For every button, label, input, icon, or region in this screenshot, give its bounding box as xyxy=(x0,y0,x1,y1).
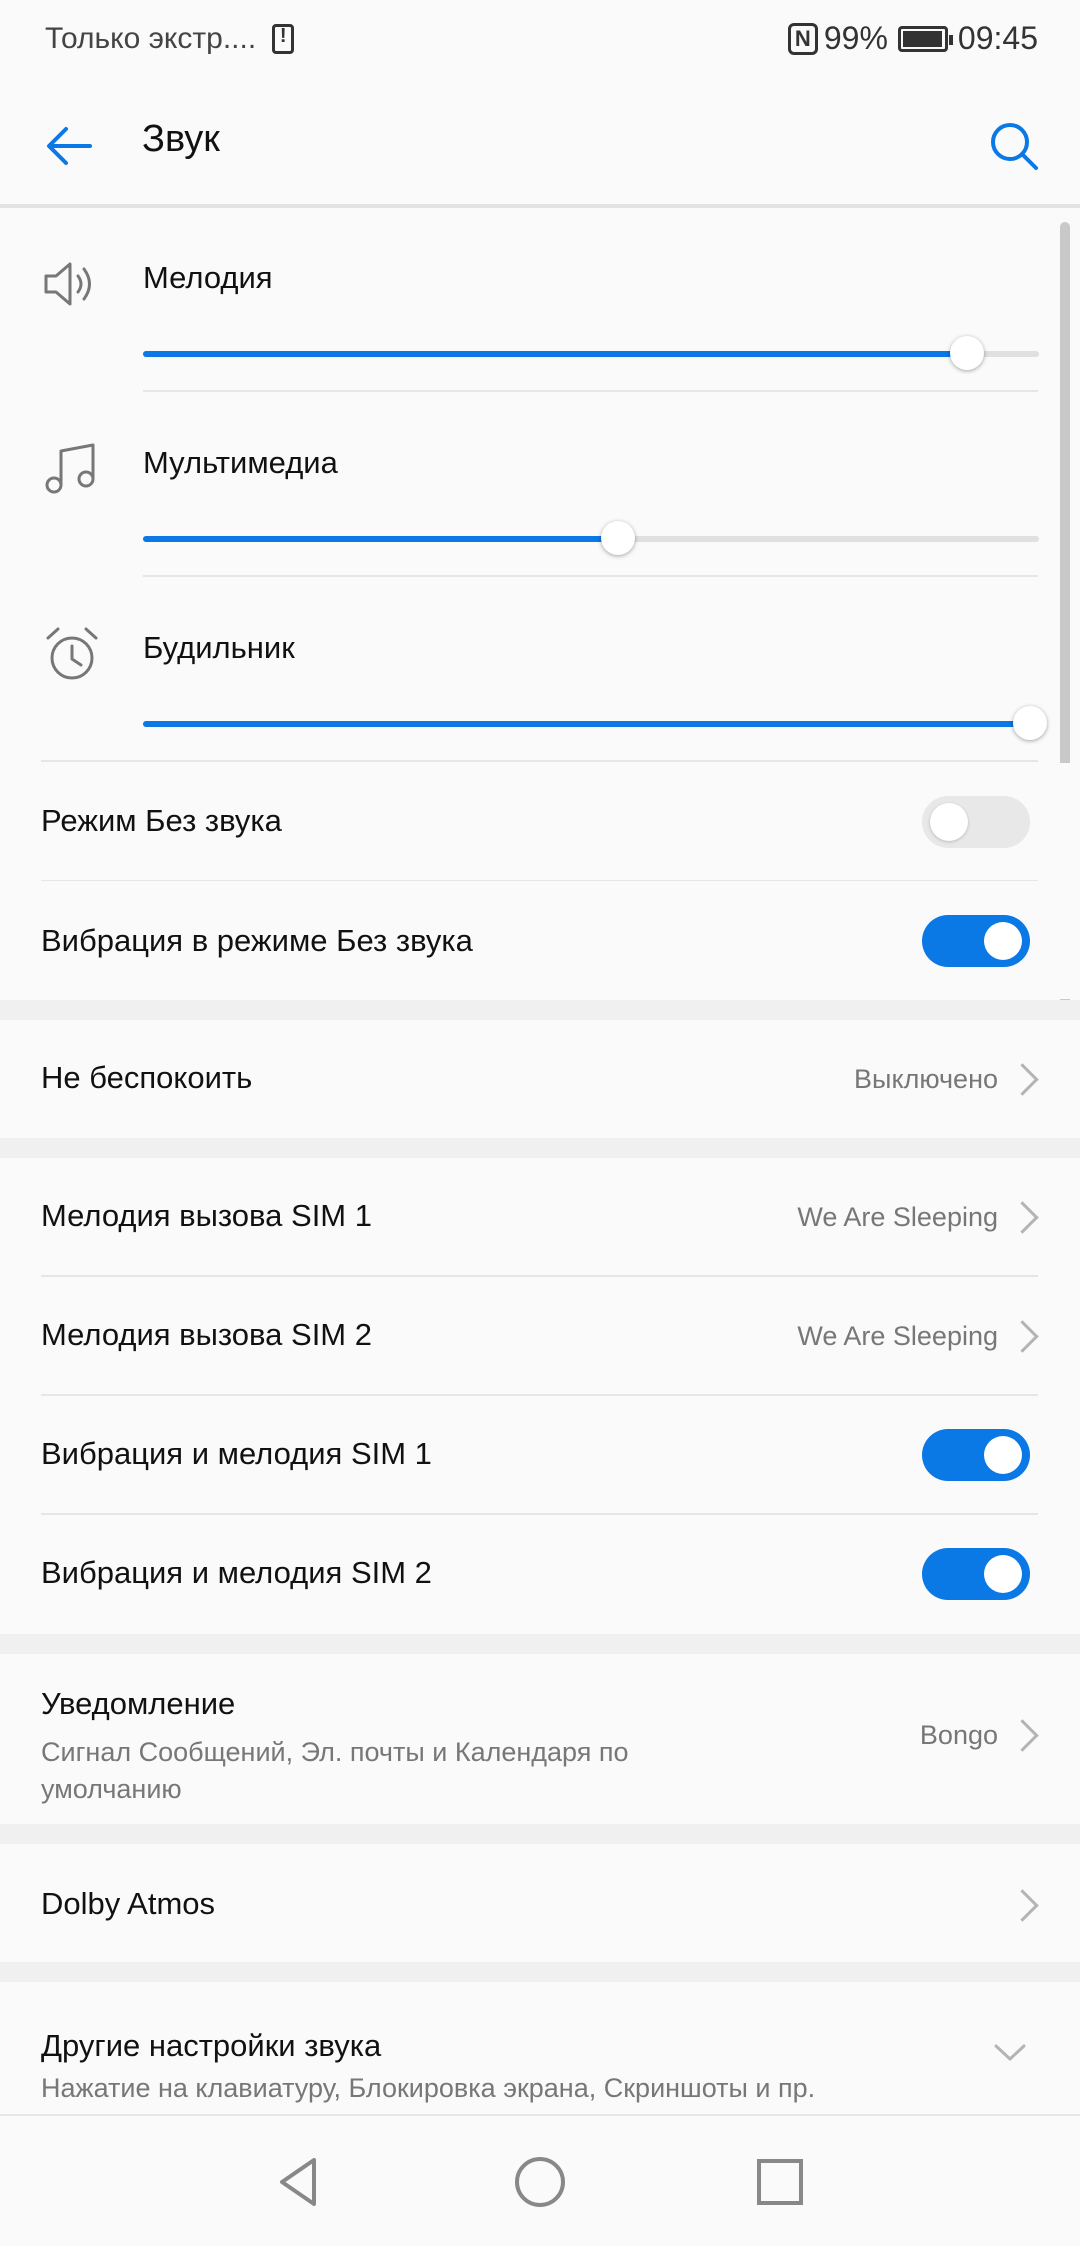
slider-thumb[interactable] xyxy=(1013,706,1048,740)
sim1-ringtone-label: Мелодия вызова SIM 1 xyxy=(41,1198,372,1233)
slider-thumb[interactable] xyxy=(950,336,985,370)
clock: 09:45 xyxy=(957,20,1038,56)
notification-label: Уведомление xyxy=(41,1686,236,1721)
home-circle-icon[interactable] xyxy=(510,2152,570,2212)
volume-row-media: Мультимедиа xyxy=(0,393,1080,578)
sim2-ringtone-value: We Are Sleeping xyxy=(797,1321,998,1351)
divider xyxy=(143,390,1038,392)
ringtone-volume-slider[interactable] xyxy=(143,334,1039,374)
vibrate-silent-row[interactable]: Вибрация в режиме Без звука xyxy=(0,881,1080,999)
divider xyxy=(41,760,1038,762)
volume-row-ringtone: Мелодия xyxy=(0,208,1080,393)
silent-mode-label: Режим Без звука xyxy=(41,803,282,838)
volume-label: Мультимедиа xyxy=(143,445,338,480)
search-icon[interactable] xyxy=(984,116,1044,176)
notification-value: Bongo xyxy=(919,1720,998,1750)
recents-square-icon[interactable] xyxy=(750,2152,810,2212)
sim1-vibration-row[interactable]: Вибрация и мелодия SIM 1 xyxy=(0,1396,1080,1515)
vibrate-silent-toggle[interactable] xyxy=(922,915,1030,967)
volume-row-alarm: Будильник xyxy=(0,578,1080,763)
other-sound-settings-row[interactable]: Другие настройки звука Нажатие на клавиа… xyxy=(0,1982,1080,2114)
other-settings-label: Другие настройки звука xyxy=(41,2028,382,2063)
sim-alert-icon xyxy=(272,24,295,54)
app-bar: Звук xyxy=(0,86,1080,208)
volume-label: Будильник xyxy=(143,630,295,665)
battery-percent: 99% xyxy=(823,20,888,56)
status-right: N 99% 09:45 xyxy=(787,20,1038,57)
sim1-vibration-label: Вибрация и мелодия SIM 1 xyxy=(41,1436,432,1471)
status-left: Только экстр.... xyxy=(45,22,295,56)
status-bar: Только экстр.... N 99% 09:45 xyxy=(0,0,1080,86)
section-gap xyxy=(0,1962,1080,1982)
slider-thumb[interactable] xyxy=(600,521,635,555)
back-triangle-icon[interactable] xyxy=(270,2152,330,2212)
other-settings-subtitle: Нажатие на клавиатуру, Блокировка экрана… xyxy=(41,2073,816,2103)
chevron-down-icon[interactable] xyxy=(992,2040,1028,2064)
media-volume-slider[interactable] xyxy=(143,519,1039,559)
chevron-right-icon xyxy=(1006,1063,1039,1096)
section-gap xyxy=(0,1000,1080,1020)
silent-mode-toggle[interactable] xyxy=(922,796,1030,848)
do-not-disturb-row[interactable]: Не беспокоить Выключено xyxy=(0,1020,1080,1138)
notification-subtitle: Сигнал Сообщений, Эл. почты и Календаря … xyxy=(41,1737,629,1804)
sim1-vibration-toggle[interactable] xyxy=(922,1429,1030,1481)
alarm-volume-slider[interactable] xyxy=(143,704,1048,744)
chevron-right-icon xyxy=(1006,1320,1039,1353)
chevron-right-icon xyxy=(1006,1889,1039,1922)
section-gap xyxy=(0,1634,1080,1654)
dolby-atmos-row[interactable]: Dolby Atmos xyxy=(0,1844,1080,1962)
section-gap xyxy=(0,1138,1080,1158)
alarm-clock-icon xyxy=(46,627,98,680)
section-gap xyxy=(0,1824,1080,1844)
chevron-right-icon xyxy=(1006,1201,1039,1234)
battery-icon xyxy=(897,25,953,52)
speaker-icon xyxy=(44,262,91,306)
sim2-vibration-label: Вибрация и мелодия SIM 2 xyxy=(41,1555,432,1590)
sim2-ringtone-label: Мелодия вызова SIM 2 xyxy=(41,1317,372,1352)
sim2-vibration-row[interactable]: Вибрация и мелодия SIM 2 xyxy=(0,1515,1080,1634)
vibrate-silent-label: Вибрация в режиме Без звука xyxy=(41,923,473,958)
dnd-value: Выключено xyxy=(854,1064,998,1094)
navigation-bar xyxy=(0,2114,1080,2246)
arrow-left-icon[interactable] xyxy=(40,116,100,176)
music-note-icon xyxy=(45,443,95,494)
carrier-text: Только экстр.... xyxy=(45,22,257,55)
page-title: Звук xyxy=(142,118,220,160)
sim2-ringtone-row[interactable]: Мелодия вызова SIM 2 We Are Sleeping xyxy=(0,1277,1080,1396)
notification-row[interactable]: Уведомление Сигнал Сообщений, Эл. почты … xyxy=(0,1654,1080,1824)
silent-mode-row[interactable]: Режим Без звука xyxy=(0,763,1080,882)
settings-list: Мелодия Мультимедиа Будильник Режим Без … xyxy=(0,208,1080,2114)
divider xyxy=(143,575,1038,577)
nfc-icon: N xyxy=(787,22,818,55)
chevron-right-icon xyxy=(1006,1719,1039,1752)
sim1-ringtone-value: We Are Sleeping xyxy=(797,1202,998,1232)
sim2-vibration-toggle[interactable] xyxy=(922,1548,1030,1600)
sim1-ringtone-row[interactable]: Мелодия вызова SIM 1 We Are Sleeping xyxy=(0,1158,1080,1277)
dnd-label: Не беспокоить xyxy=(41,1060,253,1095)
volume-label: Мелодия xyxy=(143,260,273,295)
dolby-label: Dolby Atmos xyxy=(41,1886,216,1921)
